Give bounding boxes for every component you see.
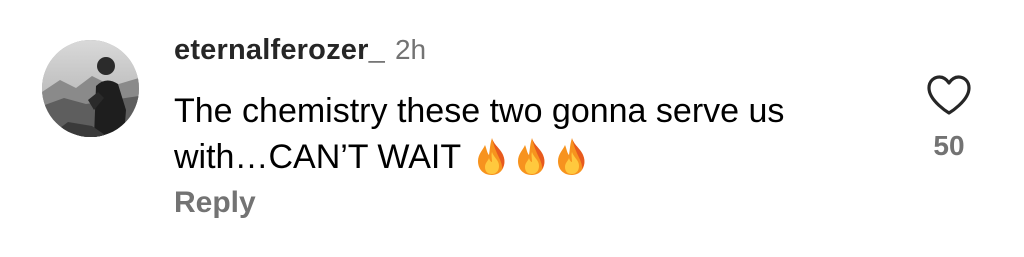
like-count: 50 [933, 130, 965, 161]
comment-text-line: The chemistry these two gonna serve us [174, 92, 785, 130]
reply-button[interactable]: Reply [174, 186, 256, 220]
fire-icon [554, 136, 590, 176]
like-area: 50 [924, 74, 974, 162]
comment-text: The chemistry these two gonna serve us w… [174, 88, 894, 180]
avatar[interactable] [42, 40, 139, 137]
comment-text-fragment: with…CAN’T WAIT [174, 138, 461, 176]
heart-outline-icon[interactable] [926, 74, 972, 116]
comment-time: 2h [394, 34, 427, 65]
comment: eternalferozer_ 2h The chemistry these tw… [0, 0, 1024, 257]
avatar-image [42, 40, 139, 137]
fire-icon [474, 136, 510, 176]
comment-text-line: with…CAN’T WAIT [174, 134, 894, 180]
username[interactable]: eternalferozer_ [174, 34, 385, 66]
comment-header: eternalferozer_ 2h [174, 34, 426, 74]
fire-icon [514, 136, 550, 176]
